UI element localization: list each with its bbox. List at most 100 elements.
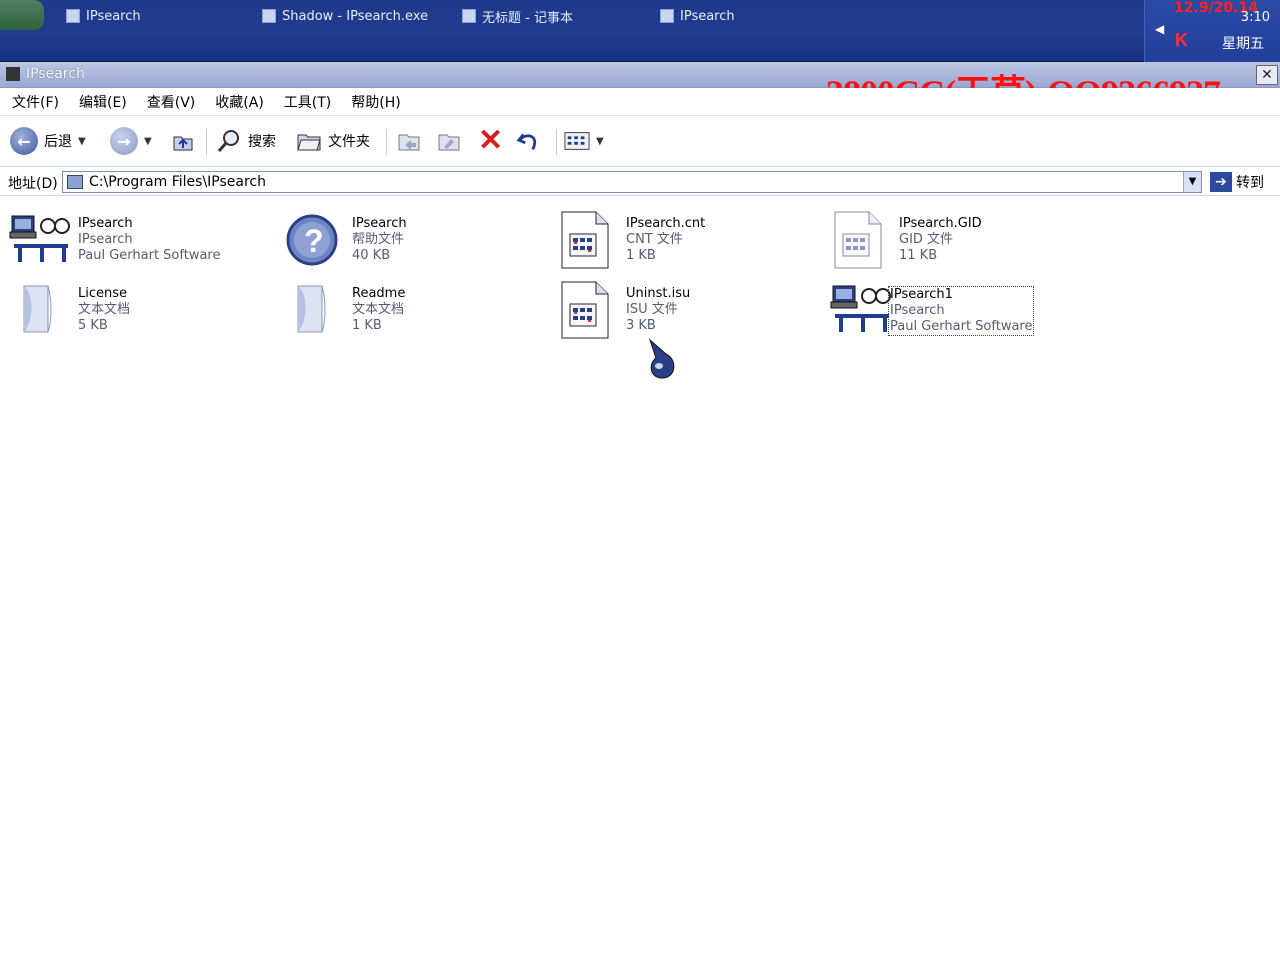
up-folder-button[interactable] [170,125,196,157]
undo-button[interactable] [516,125,542,157]
back-button[interactable]: ← 后退 ▼ [10,125,86,157]
views-icon [564,128,590,154]
delete-button[interactable]: ✕ [478,125,503,157]
file-size: 1 KB [352,318,382,333]
document-grid-icon [556,210,614,269]
file-type: 帮助文件 [352,232,405,247]
file-type: GID 文件 [899,232,954,247]
file-item-readme[interactable]: Readme 文本文档 1 KB [278,274,538,338]
window-icon[interactable] [6,67,20,81]
forward-arrow-icon: → [110,127,138,155]
address-input[interactable]: C:\Program Files\IPsearch ▼ [62,171,1202,193]
file-type: ISU 文件 [626,302,678,317]
document-grid-icon [829,210,887,269]
app-icon [262,9,276,23]
address-path[interactable]: C:\Program Files\IPsearch [89,174,266,190]
go-button[interactable]: ➔ 转到 [1210,171,1264,193]
document-grid-icon [556,280,614,339]
search-button[interactable]: 搜索 [216,125,276,157]
file-name[interactable]: Uninst.isu [626,286,690,302]
system-tray: 12.9/20.14 ◀ K 3:10 星期五 [1144,0,1280,62]
file-item-ipsearch-cnt[interactable]: IPsearch.cnt CNT 文件 1 KB [552,204,812,269]
menu-tools[interactable]: 工具(T) [284,92,331,112]
taskbar-button-shadow[interactable]: Shadow - IPsearch.exe [254,2,436,30]
menu-file[interactable]: 文件(F) [12,92,59,112]
file-size: 40 KB [352,248,391,263]
file-company: Paul Gerhart Software [78,248,221,263]
move-to-button[interactable] [396,125,422,157]
folder-icon [296,128,322,154]
svg-text:?: ? [304,223,324,259]
tray-clock[interactable]: 3:10 [1241,10,1270,25]
notepad-icon [462,9,476,23]
file-company: Paul Gerhart Software [890,319,1033,334]
file-name[interactable]: License [78,286,130,302]
file-type: IPsearch [890,303,945,318]
menu-view[interactable]: 查看(V) [147,92,196,112]
file-item-license[interactable]: License 文本文档 5 KB [4,274,264,338]
chevron-down-icon[interactable]: ▼ [596,136,604,147]
file-size: 1 KB [626,248,656,263]
file-size: 5 KB [78,318,108,333]
help-icon: ? [282,210,340,268]
file-name[interactable]: IPsearch.GID [899,216,982,232]
file-size: 3 KB [626,318,656,333]
file-name[interactable]: IPsearch [352,216,407,232]
file-type: 文本文档 [352,302,405,317]
undo-icon [516,128,542,154]
taskbar-button-notepad[interactable]: 无标题 - 记事本 [454,2,581,30]
taskbar-button-ipsearch[interactable]: IPsearch [58,2,149,30]
chevron-down-icon[interactable]: ▼ [144,136,152,147]
chevron-down-icon[interactable]: ▼ [1183,172,1201,192]
copy-to-icon [436,128,462,154]
text-document-icon [282,280,340,338]
toolbar: ← 后退 ▼ → ▼ 搜索 文件夹 ✕ ▼ [0,117,1280,167]
network-icon [660,9,674,23]
file-item-ipsearch-exe[interactable]: IPsearch IPsearch Paul Gerhart Software [4,204,264,268]
chevron-down-icon[interactable]: ▼ [78,136,86,147]
file-name[interactable]: Readme [352,286,405,302]
views-button[interactable]: ▼ [564,125,604,157]
delete-icon: ✕ [478,124,504,157]
menu-favorites[interactable]: 收藏(A) [215,92,264,112]
file-item-ipsearch1[interactable]: IPsearch1 IPsearch Paul Gerhart Software [825,274,1085,338]
taskbar: IPsearch Shadow - IPsearch.exe 无标题 - 记事本… [0,0,1280,62]
busy-cursor-icon [646,338,680,382]
menu-bar: 文件(F) 编辑(E) 查看(V) 收藏(A) 工具(T) 帮助(H) [0,88,1280,116]
menu-help[interactable]: 帮助(H) [351,92,400,112]
folder-icon [66,9,80,23]
file-size: 11 KB [899,248,938,263]
chevron-left-icon[interactable]: ◀ [1155,22,1164,36]
file-name[interactable]: IPsearch1 [890,287,1032,303]
file-item-uninst-isu[interactable]: Uninst.isu ISU 文件 3 KB [552,274,812,339]
close-button[interactable]: ✕ [1256,65,1278,85]
up-folder-icon [170,128,196,154]
folder-icon [67,175,83,189]
forward-button[interactable]: → ▼ [110,125,152,157]
antivirus-icon[interactable]: K [1175,30,1193,50]
start-button[interactable] [0,0,44,30]
file-name[interactable]: IPsearch [78,216,220,232]
search-icon [216,128,242,154]
taskbar-button-ipsearch-2[interactable]: IPsearch [652,2,743,30]
folders-button[interactable]: 文件夹 [296,125,370,157]
file-list[interactable]: IPsearch IPsearch Paul Gerhart Software … [0,198,1280,960]
text-document-icon [8,280,66,338]
move-to-icon [396,128,422,154]
menu-edit[interactable]: 编辑(E) [79,92,127,112]
file-item-ipsearch-help[interactable]: ? IPsearch 帮助文件 40 KB [278,204,538,268]
network-glasses-icon [829,280,891,338]
file-type: IPsearch [78,232,133,247]
network-glasses-icon [8,210,70,268]
address-bar: 地址(D) C:\Program Files\IPsearch ▼ ➔ 转到 [0,168,1280,196]
file-type: 文本文档 [78,302,131,317]
file-item-ipsearch-gid[interactable]: IPsearch.GID GID 文件 11 KB [825,204,1085,269]
go-arrow-icon: ➔ [1210,172,1232,192]
file-name[interactable]: IPsearch.cnt [626,216,705,232]
address-label: 地址(D) [8,176,58,192]
tray-weekday: 星期五 [1222,36,1264,52]
window-title: IPsearch [26,66,85,82]
copy-to-button[interactable] [436,125,462,157]
back-arrow-icon: ← [10,127,38,155]
file-type: CNT 文件 [626,232,683,247]
